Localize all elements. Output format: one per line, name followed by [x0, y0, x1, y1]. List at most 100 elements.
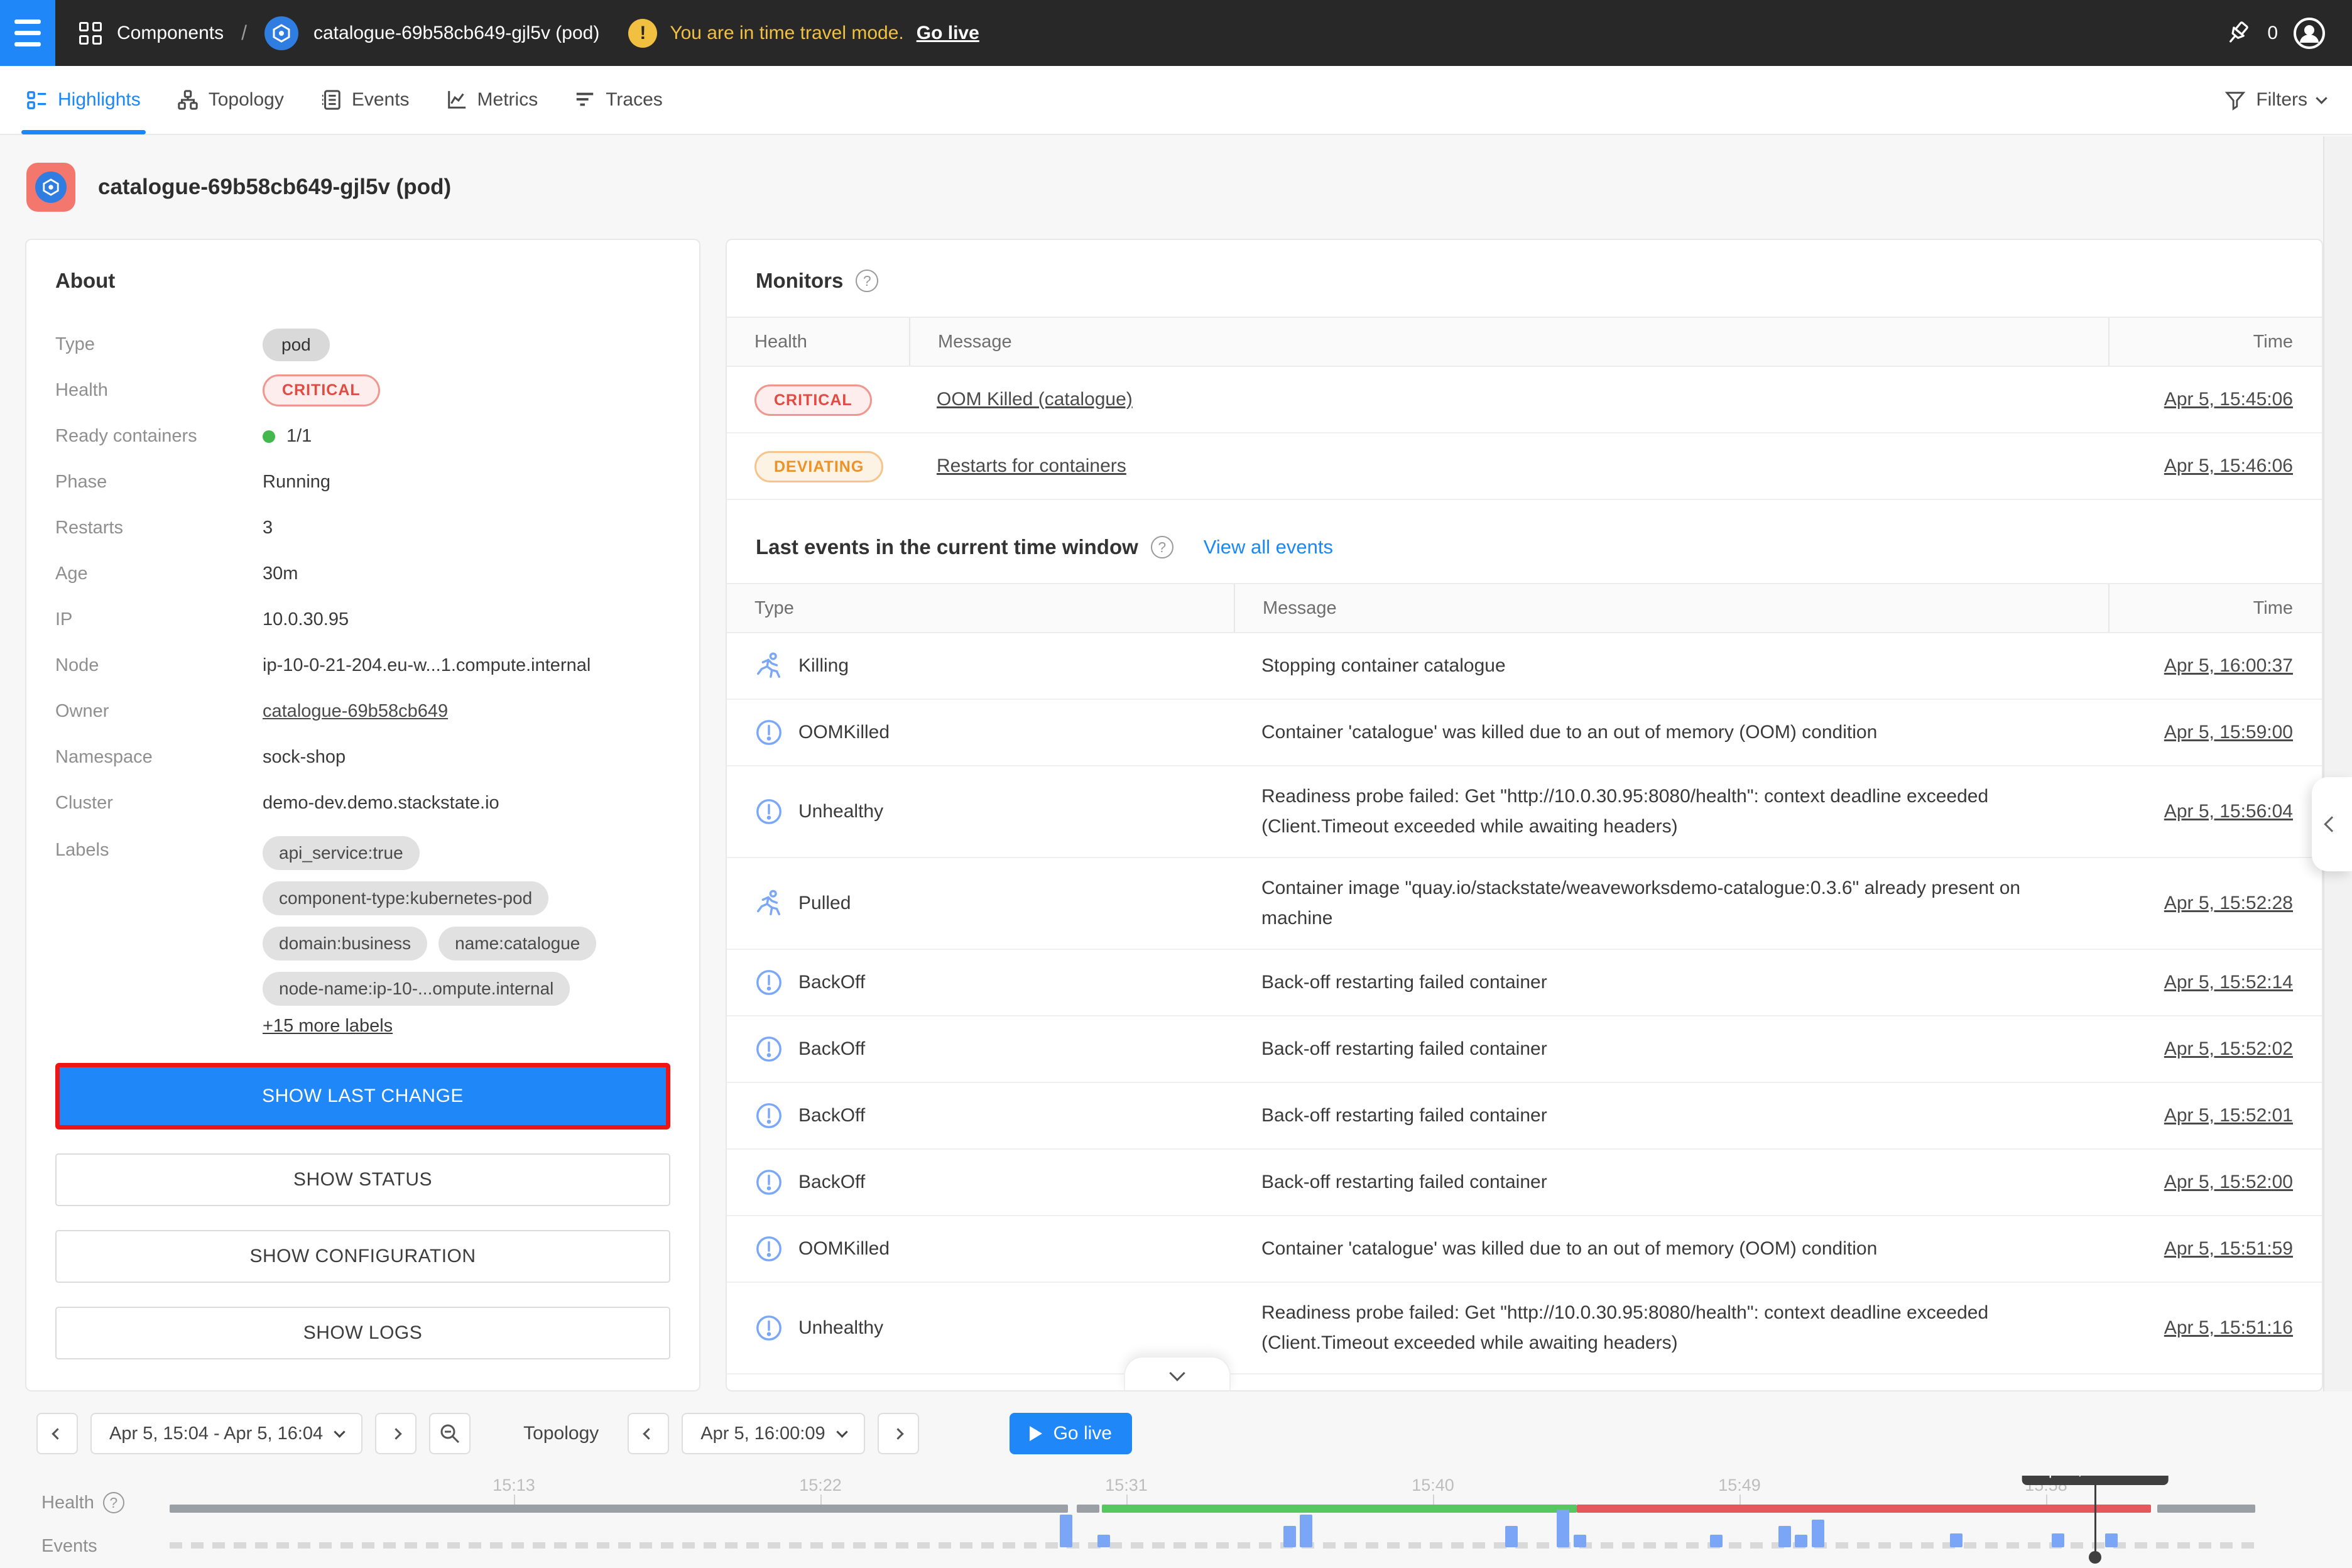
monitor-time-link[interactable]: Apr 5, 15:45:06: [2164, 389, 2293, 410]
tab-traces[interactable]: Traces: [574, 65, 663, 134]
collapse-events-button[interactable]: [1124, 1356, 1231, 1391]
show-last-change-button[interactable]: SHOW LAST CHANGE: [60, 1067, 666, 1125]
topology-time-prev-button[interactable]: [628, 1413, 669, 1454]
event-count-bar: [1283, 1526, 1296, 1547]
monitors-title: Monitors: [756, 269, 843, 293]
time-range-dropdown[interactable]: Apr 5, 15:04 - Apr 5, 16:04: [90, 1413, 362, 1454]
field-label-namespace: Namespace: [55, 747, 263, 768]
entity-health-icon: [26, 163, 75, 212]
event-time-link[interactable]: Apr 5, 15:52:01: [2164, 1105, 2293, 1126]
go-live-link[interactable]: Go live: [917, 23, 979, 44]
event-type: OOMKilled: [798, 1238, 890, 1260]
pin-icon[interactable]: [2224, 19, 2252, 47]
timeline-tick-label: 15:13: [493, 1476, 535, 1495]
event-row: Pulled Container image "quay.io/stackstat…: [727, 858, 2322, 950]
event-type: BackOff: [798, 1105, 865, 1126]
user-avatar-icon[interactable]: [2293, 17, 2326, 50]
alert-circle-icon: [754, 1035, 783, 1064]
more-labels-link[interactable]: +15 more labels: [263, 1016, 393, 1037]
pin-count: 0: [2267, 23, 2278, 44]
tab-events[interactable]: Events: [320, 65, 410, 134]
label-pill: name:catalogue: [438, 927, 596, 961]
range-prev-button[interactable]: [36, 1413, 78, 1454]
show-configuration-button[interactable]: SHOW CONFIGURATION: [55, 1230, 670, 1283]
event-message: Container image "quay.io/stackstate/weav…: [1234, 858, 2108, 949]
topology-time-label: Topology: [523, 1423, 599, 1444]
monitor-link[interactable]: OOM Killed (catalogue): [937, 389, 1133, 410]
go-live-button[interactable]: Go live: [1010, 1413, 1132, 1454]
time-marker-line[interactable]: [2094, 1484, 2096, 1557]
cluster-value: demo-dev.demo.stackstate.io: [263, 793, 499, 814]
traces-icon: [574, 89, 596, 111]
event-row: BackOffBack-off restarting failed contai…: [727, 1150, 2322, 1216]
events-title: Last events in the current time window: [756, 535, 1138, 559]
pod-icon: [35, 172, 67, 203]
event-time-link[interactable]: Apr 5, 15:56:04: [2164, 801, 2293, 822]
metrics-icon: [446, 89, 467, 111]
tab-metrics[interactable]: Metrics: [446, 65, 538, 134]
monitors-col-health: Health: [727, 318, 909, 366]
help-icon[interactable]: ?: [1151, 536, 1173, 558]
alert-circle-icon: [754, 718, 783, 747]
time-marker-handle[interactable]: [2089, 1551, 2101, 1564]
hamburger-menu-icon[interactable]: [0, 0, 55, 66]
event-time-link[interactable]: Apr 5, 15:51:16: [2164, 1317, 2293, 1339]
event-time-link[interactable]: Apr 5, 15:52:28: [2164, 893, 2293, 914]
view-all-events-link[interactable]: View all events: [1204, 536, 1333, 558]
breadcrumb-entity[interactable]: catalogue-69b58cb649-gjl5v (pod): [313, 23, 599, 44]
monitor-link[interactable]: Restarts for containers: [937, 455, 1126, 476]
owner-link[interactable]: catalogue-69b58cb649: [263, 701, 448, 722]
health-segment: [170, 1505, 1068, 1513]
restarts-value: 3: [263, 518, 273, 538]
event-count-bar: [1557, 1510, 1569, 1547]
event-time-link[interactable]: Apr 5, 15:52:02: [2164, 1038, 2293, 1060]
age-value: 30m: [263, 564, 298, 584]
tab-topology[interactable]: Topology: [177, 65, 284, 134]
event-message: Readiness probe failed: Get "http://10.0…: [1234, 766, 2108, 857]
monitor-row: CRITICAL OOM Killed (catalogue) Apr 5, 1…: [727, 367, 2322, 433]
event-time-link[interactable]: Apr 5, 15:52:00: [2164, 1172, 2293, 1193]
help-icon[interactable]: ?: [103, 1492, 124, 1513]
event-count-bar: [1795, 1535, 1807, 1547]
play-icon: [1030, 1426, 1042, 1441]
timeline-events-label: Events: [41, 1536, 97, 1557]
alert-circle-icon: [754, 1234, 783, 1263]
tab-highlights[interactable]: Highlights: [26, 65, 141, 134]
pod-icon: [264, 16, 298, 50]
expand-right-panel-button[interactable]: [2312, 777, 2352, 871]
funnel-icon: [2224, 89, 2246, 111]
label-pill: domain:business: [263, 927, 427, 961]
field-label-cluster: Cluster: [55, 793, 263, 814]
breadcrumb-separator: /: [241, 21, 247, 45]
health-segment: [1577, 1505, 2151, 1513]
monitors-events-card: Monitors ? Health Message Time CRITICAL …: [726, 239, 2323, 1391]
chevron-down-icon: [334, 1426, 345, 1437]
topology-time-next-button[interactable]: [878, 1413, 919, 1454]
filters-button[interactable]: Filters: [2224, 89, 2326, 111]
event-time-link[interactable]: Apr 5, 15:51:59: [2164, 1238, 2293, 1260]
event-time-link[interactable]: Apr 5, 15:52:14: [2164, 972, 2293, 993]
breadcrumb-components[interactable]: Components: [117, 23, 224, 44]
show-status-button[interactable]: SHOW STATUS: [55, 1153, 670, 1206]
alert-circle-icon: [754, 1314, 783, 1342]
tab-bar: Highlights Topology Events Metrics Trace…: [0, 66, 2352, 135]
event-time-link[interactable]: Apr 5, 16:00:37: [2164, 655, 2293, 677]
monitor-row: DEVIATING Restarts for containers Apr 5,…: [727, 433, 2322, 500]
event-type: Pulled: [798, 893, 851, 914]
range-next-button[interactable]: [375, 1413, 416, 1454]
event-message: Readiness probe failed: Get "http://10.0…: [1234, 1283, 2108, 1373]
event-time-link[interactable]: Apr 5, 15:59:00: [2164, 722, 2293, 743]
help-icon[interactable]: ?: [856, 270, 878, 292]
event-type: Unhealthy: [798, 801, 883, 822]
timeline-tick-label: 15:49: [1718, 1476, 1761, 1495]
event-count-bar: [1812, 1520, 1824, 1547]
monitor-time-link[interactable]: Apr 5, 15:46:06: [2164, 455, 2293, 477]
event-row: OOMKilledContainer 'catalogue' was kille…: [727, 700, 2322, 766]
timeline-tick-label: 15:31: [1105, 1476, 1148, 1495]
topology-time-dropdown[interactable]: Apr 5, 16:00:09: [682, 1413, 864, 1454]
ready-value: 1/1: [286, 426, 312, 447]
events-timeline-track[interactable]: [170, 1542, 2255, 1549]
show-logs-button[interactable]: SHOW LOGS: [55, 1307, 670, 1359]
critical-badge: CRITICAL: [754, 384, 872, 416]
zoom-out-button[interactable]: [429, 1413, 471, 1454]
